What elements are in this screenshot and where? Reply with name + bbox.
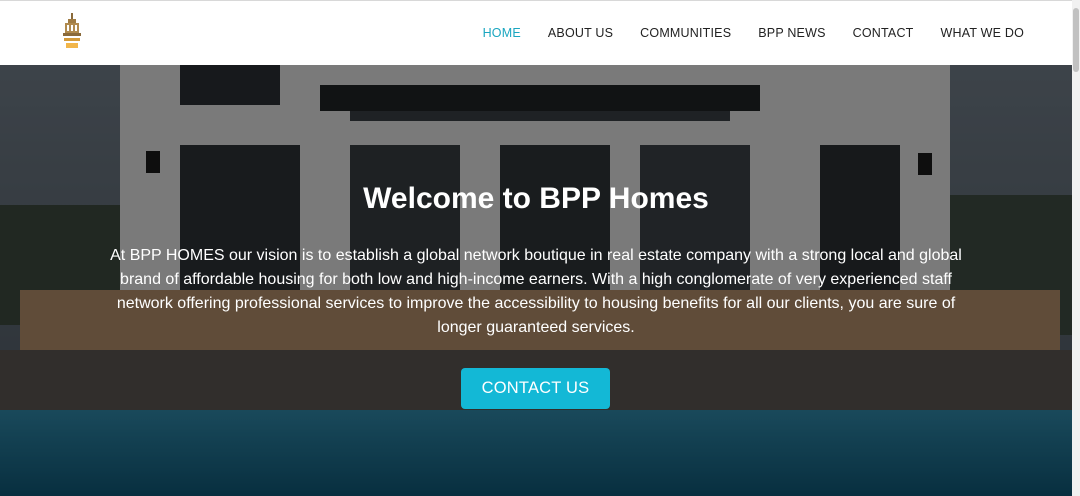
hero-title: Welcome to BPP Homes (363, 182, 709, 215)
nav-about-us[interactable]: ABOUT US (548, 26, 613, 40)
nav-home[interactable]: HOME (483, 26, 521, 40)
nav-communities[interactable]: COMMUNITIES (640, 26, 731, 40)
nav-contact[interactable]: CONTACT (853, 26, 914, 40)
top-navbar: HOME ABOUT US COMMUNITIES BPP NEWS CONTA… (0, 0, 1072, 65)
hero-section: Welcome to BPP Homes At BPP HOMES our vi… (0, 65, 1072, 496)
main-nav: HOME ABOUT US COMMUNITIES BPP NEWS CONTA… (483, 1, 1024, 65)
bpp-homes-logo[interactable] (62, 13, 82, 51)
page-scrollbar[interactable] (1072, 0, 1080, 496)
hero-description: At BPP HOMES our vision is to establish … (110, 247, 962, 336)
hero-content: Welcome to BPP Homes At BPP HOMES our vi… (0, 65, 1072, 496)
contact-us-button[interactable]: CONTACT US (461, 368, 610, 409)
nav-what-we-do[interactable]: WHAT WE DO (941, 26, 1024, 40)
scrollbar-thumb[interactable] (1073, 8, 1079, 72)
nav-bpp-news[interactable]: BPP NEWS (758, 26, 825, 40)
